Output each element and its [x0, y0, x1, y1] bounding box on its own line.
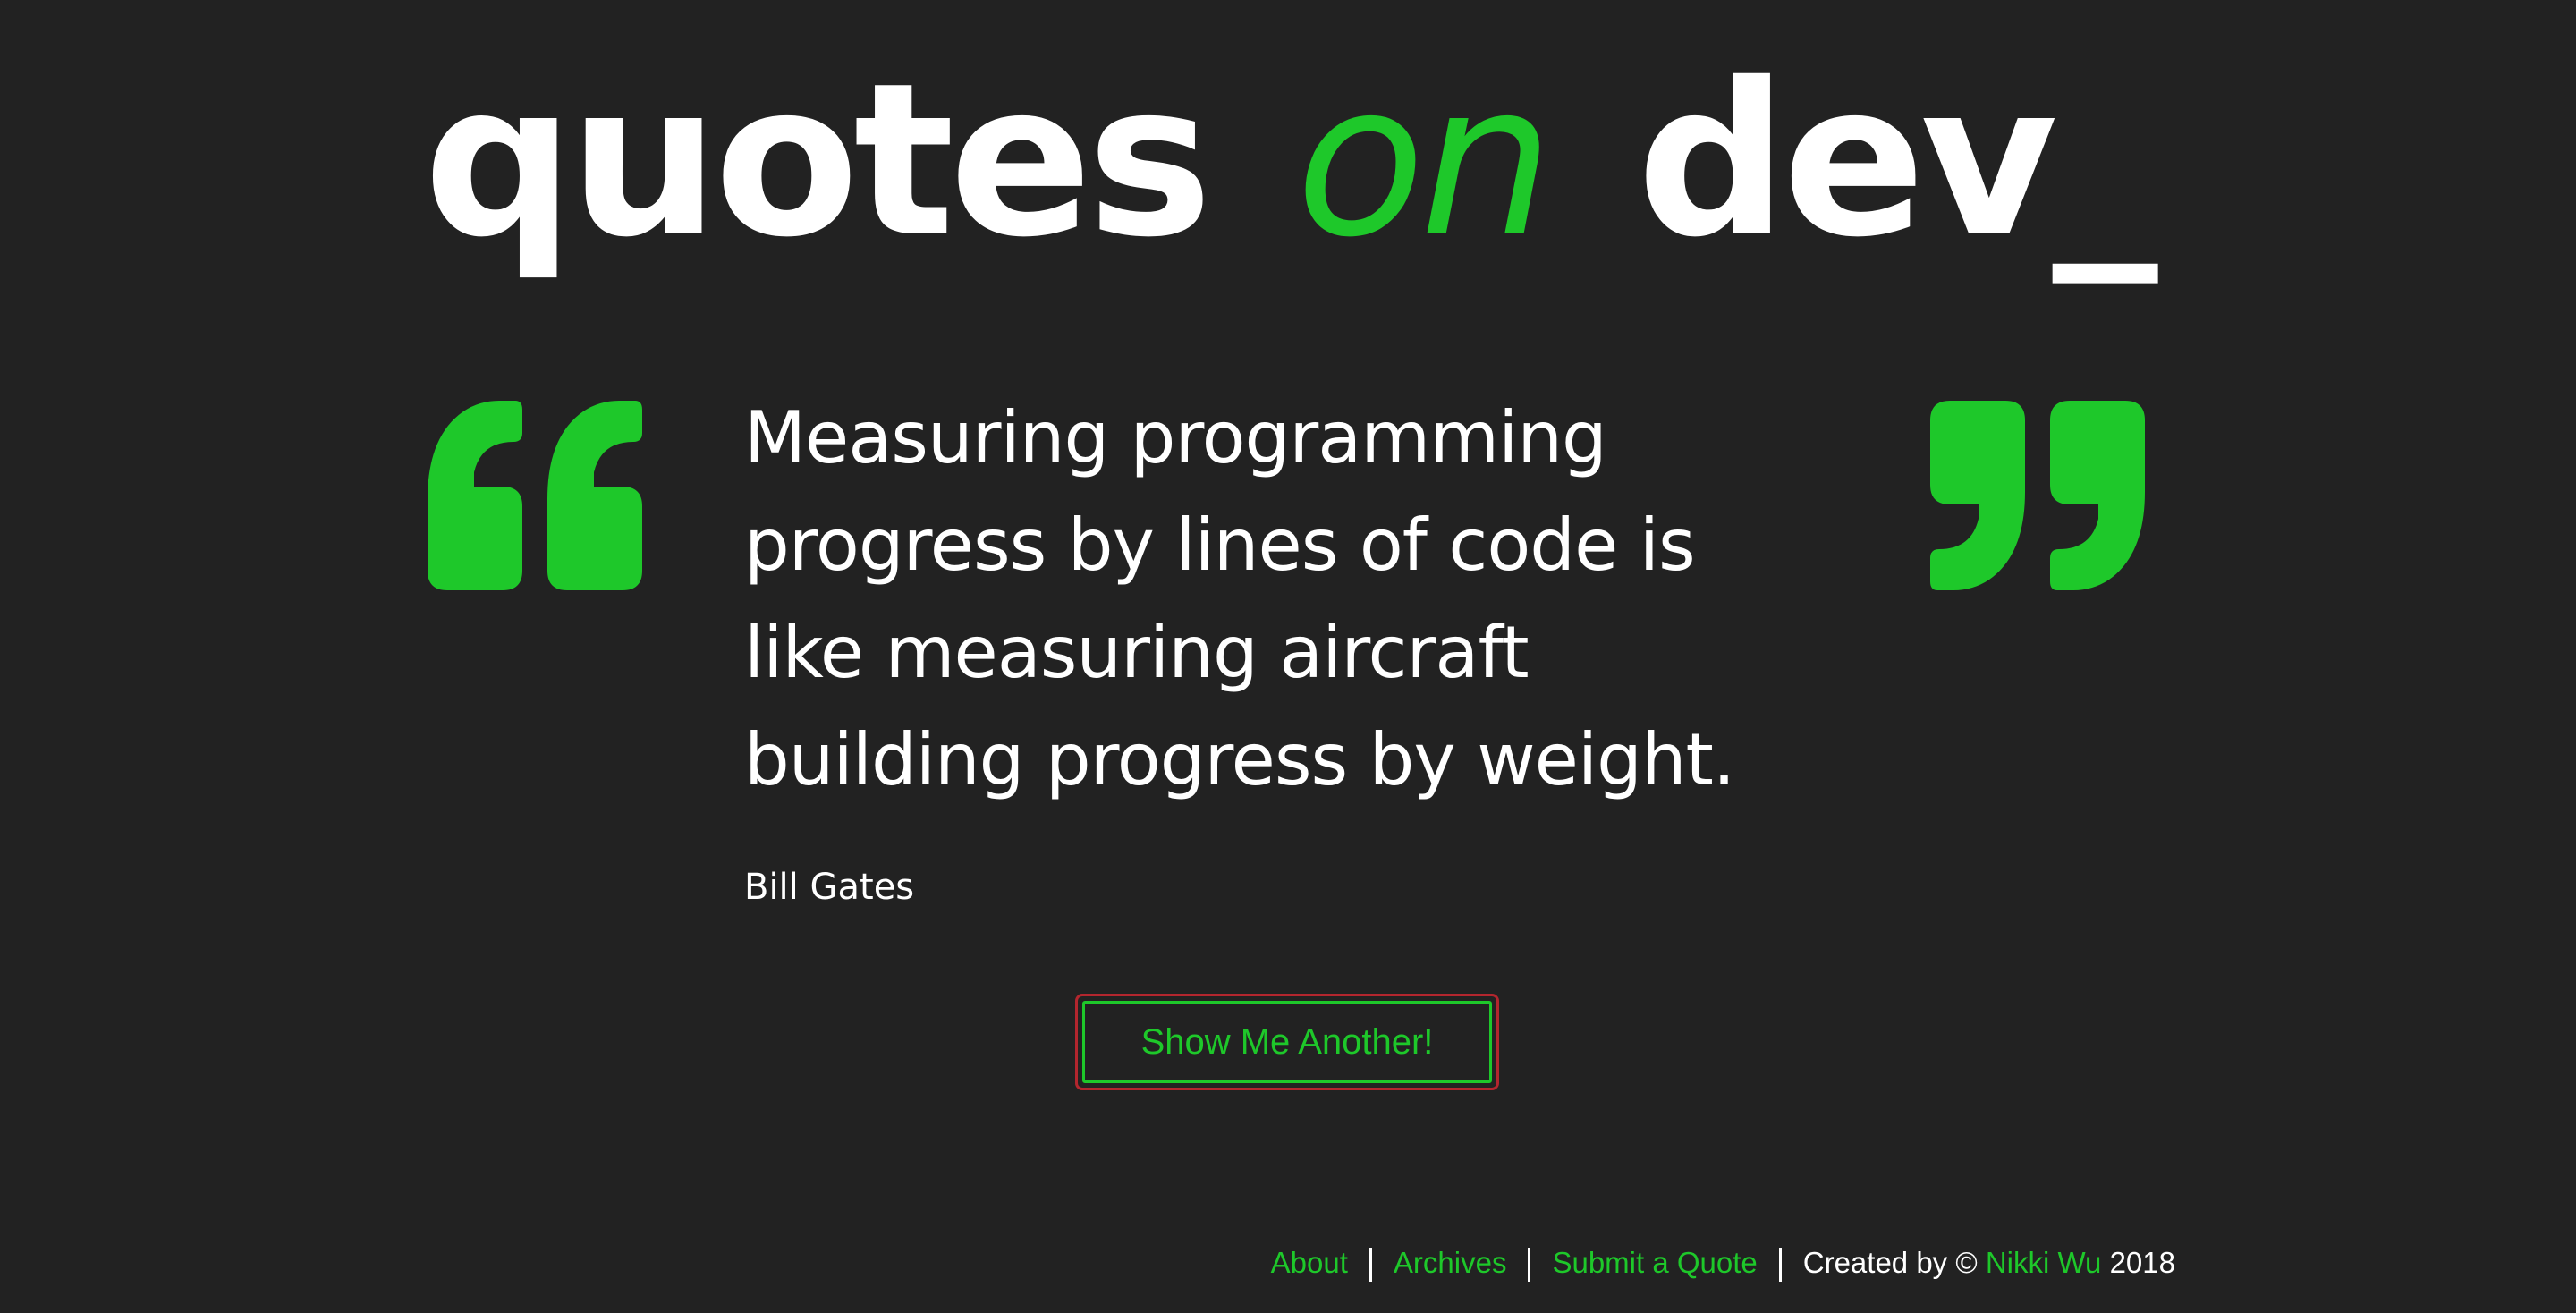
- title-word-on: on: [1295, 38, 1554, 284]
- footer-divider: [1368, 1248, 1372, 1283]
- show-another-button[interactable]: Show Me Another!: [1082, 1001, 1492, 1083]
- right-double-quote-icon: [1930, 401, 2145, 590]
- footer-link-archives[interactable]: Archives: [1394, 1246, 1507, 1279]
- footer-divider: [1528, 1248, 1531, 1283]
- left-double-quote-icon: [428, 401, 642, 590]
- quote-author: Bill Gates: [744, 867, 915, 908]
- title-word-dev: dev_: [1636, 38, 2158, 284]
- footer-divider: [1778, 1248, 1782, 1283]
- page: quotes on dev_ Measuring programming pro…: [0, 0, 2576, 1313]
- footer-credit-author-link[interactable]: Nikki Wu: [1986, 1246, 2102, 1279]
- site-title[interactable]: quotes on dev_: [0, 36, 2576, 286]
- footer-credit-prefix: Created by ©: [1802, 1246, 1978, 1279]
- show-another-focus-ring: Show Me Another!: [1075, 994, 1499, 1090]
- title-word-quotes: quotes: [423, 38, 1212, 284]
- footer: About Archives Submit a Quote Created by © …: [1271, 1236, 2175, 1290]
- footer-link-submit-quote[interactable]: Submit a Quote: [1552, 1246, 1757, 1279]
- quote-text: Measuring programming progress by lines …: [744, 396, 1735, 801]
- footer-credit-year: 2018: [2109, 1246, 2175, 1279]
- footer-link-about[interactable]: About: [1271, 1246, 1348, 1279]
